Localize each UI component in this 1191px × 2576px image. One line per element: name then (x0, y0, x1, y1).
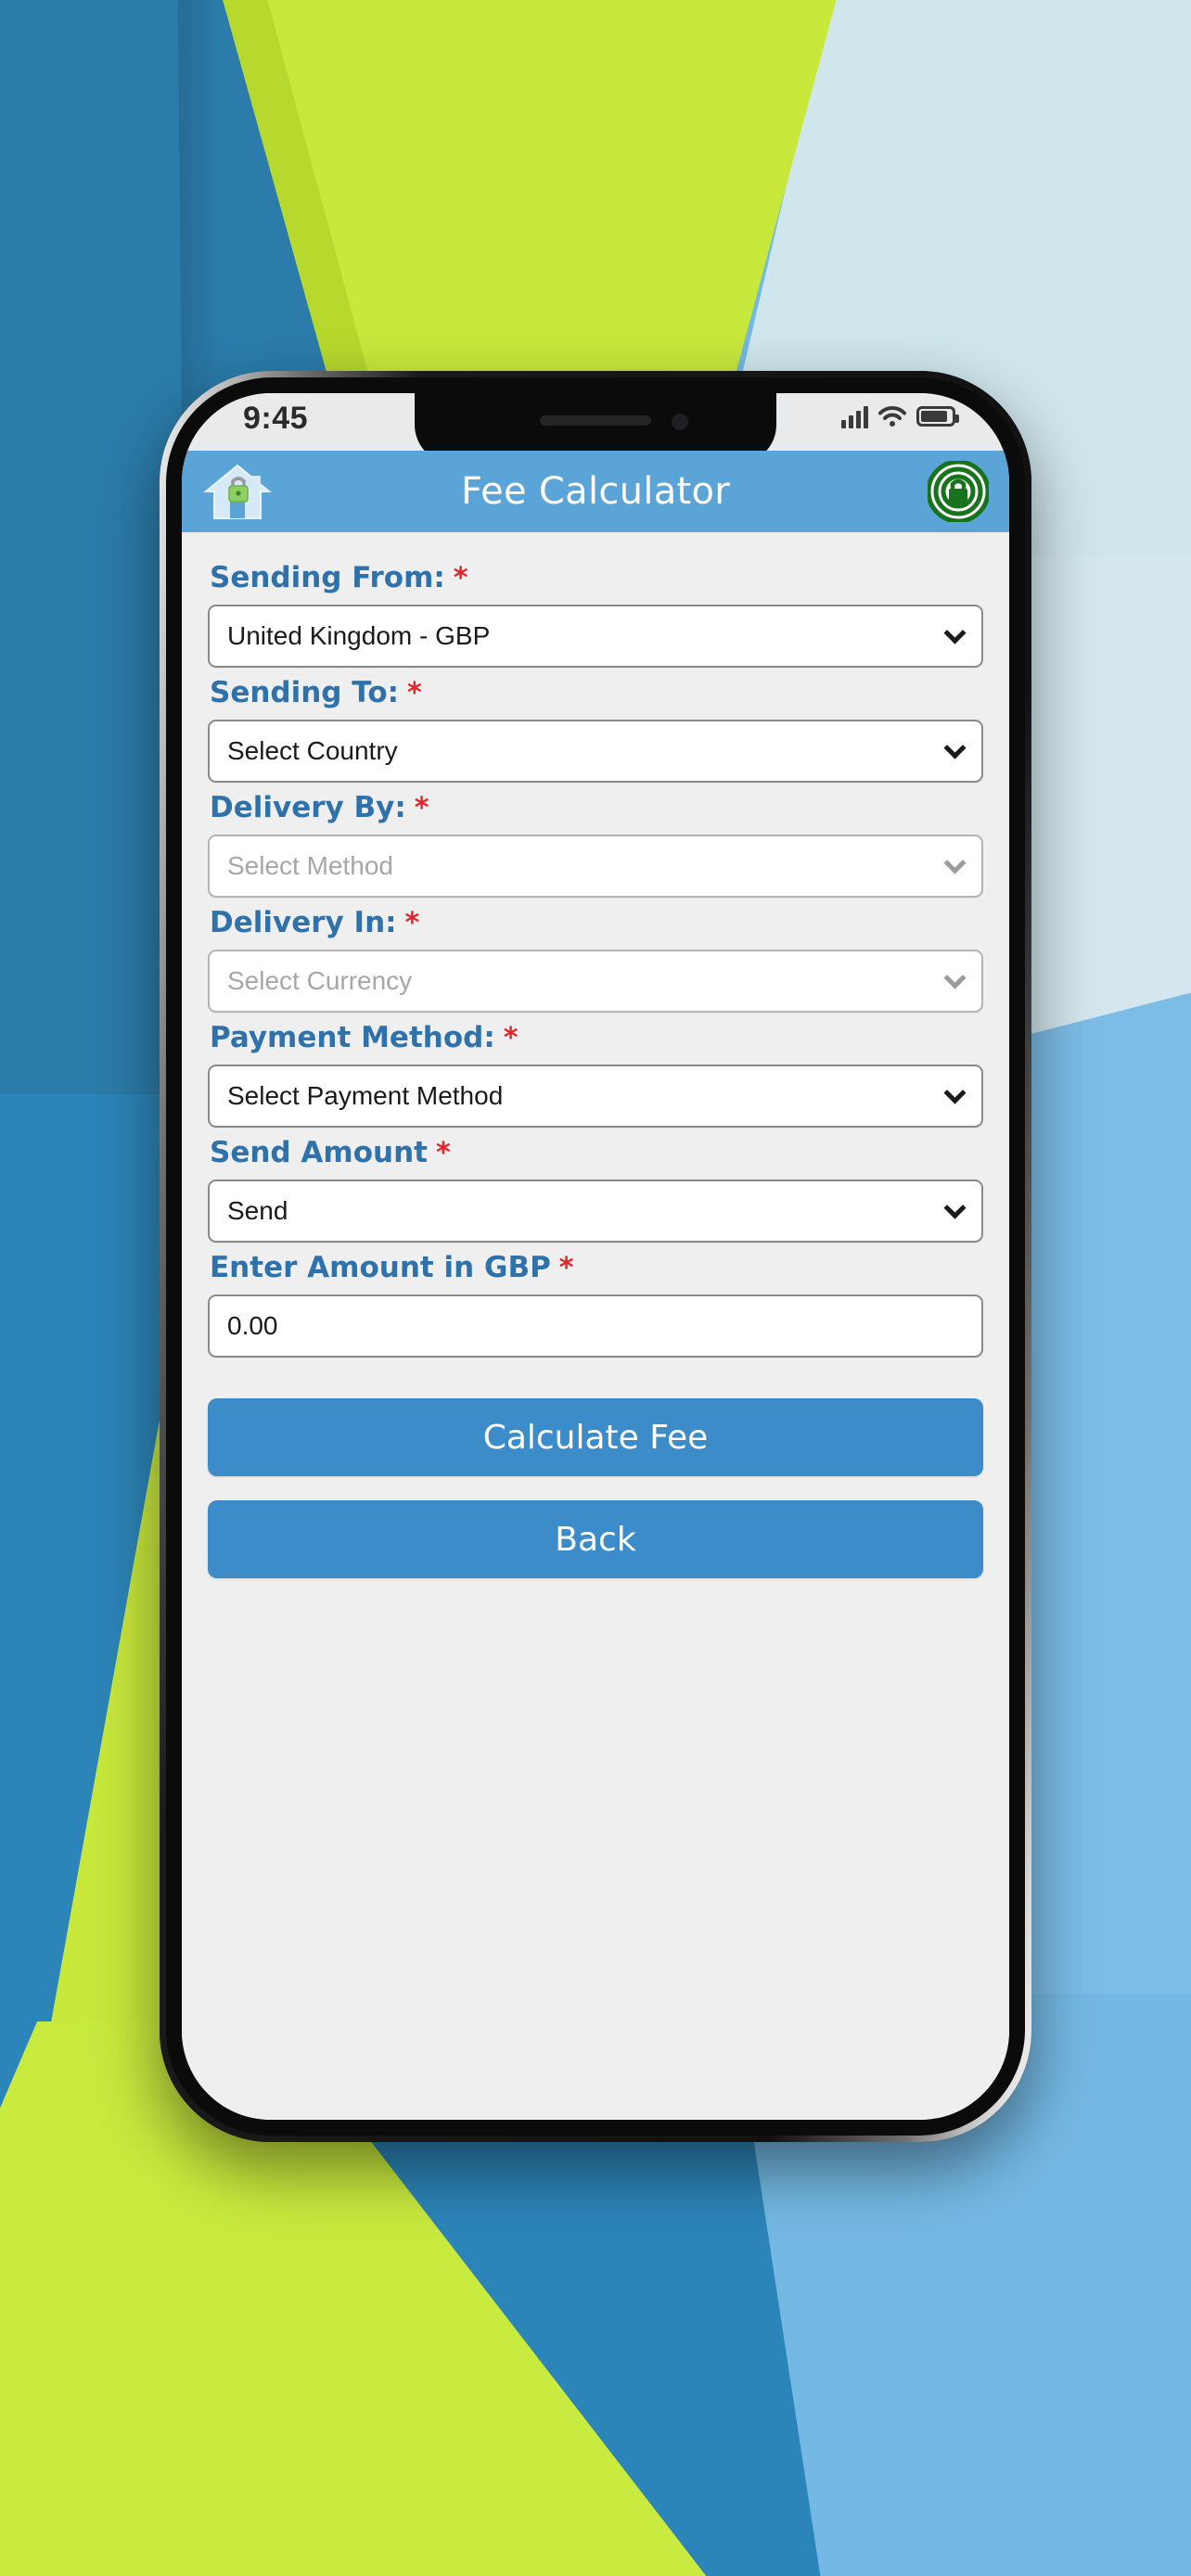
send-amount-value: Send (227, 1196, 288, 1225)
phone-screen: 9:45 Fee Calculator Sending From: * Unit… (182, 393, 1009, 2120)
sending-to-select[interactable]: Select Country (208, 720, 983, 783)
delivery-by-value: Select Method (227, 851, 393, 880)
battery-icon (916, 406, 959, 427)
required-asterisk: * (558, 1252, 574, 1284)
home-lock-icon[interactable] (202, 461, 273, 522)
status-bar-time: 9:45 (243, 401, 309, 436)
label-delivery-by: Delivery By: * (210, 791, 429, 824)
phone-device: 9:45 Fee Calculator Sending From: * Unit… (160, 371, 1031, 2142)
chevron-down-icon (943, 1196, 967, 1219)
payment-method-value: Select Payment Method (227, 1081, 504, 1110)
delivery-in-select[interactable]: Select Currency (208, 950, 983, 1013)
label-enter-amount: Enter Amount in GBP * (210, 1251, 574, 1284)
sending-to-value: Select Country (227, 736, 398, 765)
page-title: Fee Calculator (460, 470, 731, 513)
label-sending-from: Sending From: * (210, 561, 468, 594)
signal-bars-icon (841, 404, 868, 428)
send-amount-select[interactable]: Send (208, 1180, 983, 1243)
label-payment-method: Payment Method: * (210, 1021, 519, 1054)
status-bar: 9:45 (182, 393, 1009, 464)
sending-from-value: United Kingdom - GBP (227, 621, 491, 650)
front-camera (672, 414, 688, 430)
chevron-down-icon (943, 1081, 967, 1104)
sending-from-select[interactable]: United Kingdom - GBP (208, 605, 983, 668)
fee-calculator-form: Sending From: * United Kingdom - GBP Send… (182, 532, 1009, 2120)
delivery-by-select[interactable]: Select Method (208, 835, 983, 898)
enter-amount-value: 0.00 (227, 1311, 278, 1340)
required-asterisk: * (407, 677, 422, 709)
status-bar-indicators (841, 404, 959, 428)
required-asterisk: * (503, 1022, 519, 1054)
chevron-down-icon (943, 621, 967, 644)
app-header: Fee Calculator (182, 451, 1009, 532)
wifi-icon (878, 406, 906, 427)
label-sending-to: Sending To: * (210, 676, 422, 709)
chevron-down-icon (943, 851, 967, 874)
back-button[interactable]: Back (208, 1500, 983, 1578)
calculate-fee-button[interactable]: Calculate Fee (208, 1398, 983, 1476)
required-asterisk: * (453, 562, 468, 594)
delivery-in-value: Select Currency (227, 966, 413, 995)
earpiece-speaker (540, 415, 651, 426)
required-asterisk: * (404, 907, 420, 939)
enter-amount-input[interactable]: 0.00 (208, 1294, 983, 1358)
label-delivery-in: Delivery In: * (210, 906, 420, 939)
label-send-amount: Send Amount * (210, 1136, 451, 1169)
required-asterisk: * (414, 792, 429, 824)
padlock-ring-logo-icon[interactable] (926, 459, 991, 524)
chevron-down-icon (943, 736, 967, 759)
chevron-down-icon (943, 966, 967, 989)
required-asterisk: * (435, 1137, 451, 1169)
payment-method-select[interactable]: Select Payment Method (208, 1065, 983, 1128)
